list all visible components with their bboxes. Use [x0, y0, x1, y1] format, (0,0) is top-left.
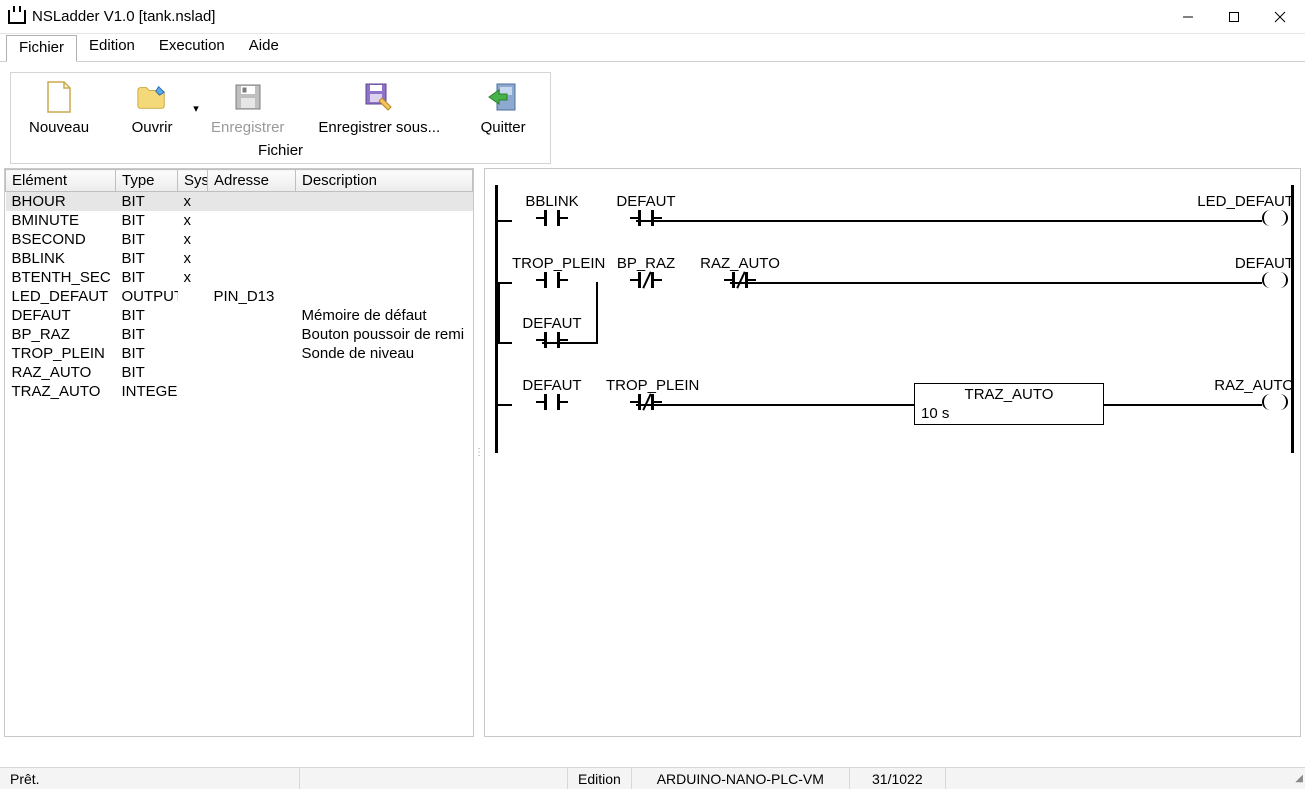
table-row[interactable]: BP_RAZBITBouton poussoir de remi — [6, 325, 473, 344]
coil[interactable]: RAZ_AUTO — [1194, 377, 1294, 410]
coil[interactable]: DEFAUT — [1194, 255, 1294, 288]
ribbon: Nouveau Ouvrir ▾ Enregistrer Enregistrer — [0, 62, 1305, 166]
table-row[interactable]: LED_DEFAUTOUTPUTPIN_D13 — [6, 287, 473, 306]
save-as-button-label: Enregistrer sous... — [318, 119, 440, 136]
contact[interactable]: BP_RAZ — [606, 255, 686, 288]
table-row[interactable]: RAZ_AUTOBIT — [6, 363, 473, 382]
contact-label: DEFAUT — [512, 315, 592, 332]
new-button-label: Nouveau — [29, 119, 89, 136]
function-block[interactable]: TRAZ_AUTO10 s — [914, 383, 1104, 425]
menu-aide[interactable]: Aide — [237, 34, 291, 61]
menu-fichier[interactable]: Fichier — [6, 35, 77, 62]
coil-label: DEFAUT — [1194, 255, 1294, 272]
exit-icon — [487, 81, 519, 113]
coil[interactable]: LED_DEFAUT — [1194, 193, 1294, 226]
status-bar: Prêt. Edition ARDUINO-NANO-PLC-VM 31/102… — [0, 767, 1305, 789]
save-icon — [232, 81, 264, 113]
contact-label: TROP_PLEIN — [512, 255, 592, 272]
contact-label: TROP_PLEIN — [606, 377, 686, 394]
col-element[interactable]: Elément — [6, 170, 116, 192]
table-row[interactable]: BMINUTEBITx — [6, 211, 473, 230]
app-icon — [8, 10, 26, 24]
col-type[interactable]: Type — [116, 170, 178, 192]
minimize-button[interactable] — [1165, 2, 1211, 32]
table-row[interactable]: DEFAUTBITMémoire de défaut — [6, 306, 473, 325]
table-row[interactable]: TRAZ_AUTOINTEGER — [6, 382, 473, 401]
contact-label: DEFAUT — [606, 193, 686, 210]
ribbon-group-fichier: Nouveau Ouvrir ▾ Enregistrer Enregistrer — [10, 72, 551, 164]
func-name: TRAZ_AUTO — [915, 384, 1103, 405]
table-row[interactable]: BHOURBITx — [6, 192, 473, 212]
col-description[interactable]: Description — [296, 170, 473, 192]
contact-label: RAZ_AUTO — [700, 255, 780, 272]
ladder-pane[interactable]: BBLINK DEFAUT LED_DEFAUT TROP_PLEIN BP_RAZ RA… — [484, 168, 1301, 737]
col-sys[interactable]: Sys — [178, 170, 208, 192]
table-row[interactable]: BTENTH_SECBITx — [6, 268, 473, 287]
status-memory: 31/1022 — [850, 768, 946, 789]
maximize-button[interactable] — [1211, 2, 1257, 32]
table-row[interactable]: BBLINKBITx — [6, 249, 473, 268]
save-button[interactable]: Enregistrer — [203, 81, 292, 136]
document-new-icon — [43, 81, 75, 113]
col-address[interactable]: Adresse — [208, 170, 296, 192]
open-dropdown[interactable]: ▾ — [189, 81, 203, 135]
open-button[interactable]: Ouvrir — [115, 81, 189, 136]
menu-execution[interactable]: Execution — [147, 34, 237, 61]
titlebar: NSLadder V1.0 [tank.nslad] — [0, 0, 1305, 34]
contact-label: BP_RAZ — [606, 255, 686, 272]
symbol-table[interactable]: Elément Type Sys Adresse Description BHO… — [5, 169, 473, 401]
quit-button[interactable]: Quitter — [466, 81, 540, 136]
contact[interactable]: DEFAUT — [512, 377, 592, 410]
contact-label: DEFAUT — [512, 377, 592, 394]
open-button-label: Ouvrir — [132, 119, 173, 136]
new-button[interactable]: Nouveau — [21, 81, 97, 136]
splitter[interactable]: ⋮ — [474, 166, 484, 739]
symbol-table-pane: Elément Type Sys Adresse Description BHO… — [4, 168, 474, 737]
save-button-label: Enregistrer — [211, 119, 284, 136]
ribbon-group-label: Fichier — [11, 140, 550, 163]
contact[interactable]: BBLINK — [512, 193, 592, 226]
quit-button-label: Quitter — [481, 119, 526, 136]
status-ready: Prêt. — [0, 768, 300, 789]
menu-edition[interactable]: Edition — [77, 34, 147, 61]
folder-open-icon — [136, 81, 168, 113]
contact[interactable]: TROP_PLEIN — [512, 255, 592, 288]
resize-grip[interactable]: ◢ — [1291, 773, 1305, 784]
close-button[interactable] — [1257, 2, 1303, 32]
status-target: ARDUINO-NANO-PLC-VM — [632, 768, 850, 789]
save-as-button[interactable]: Enregistrer sous... — [310, 81, 448, 136]
func-value: 10 s — [915, 405, 1103, 424]
window-title: NSLadder V1.0 [tank.nslad] — [32, 8, 1165, 25]
status-mode: Edition — [568, 768, 632, 789]
contact-label: BBLINK — [512, 193, 592, 210]
table-row[interactable]: TROP_PLEINBITSonde de niveau — [6, 344, 473, 363]
table-row[interactable]: BSECONDBITx — [6, 230, 473, 249]
save-as-icon — [363, 81, 395, 113]
coil-label: RAZ_AUTO — [1194, 377, 1294, 394]
coil-label: LED_DEFAUT — [1194, 193, 1294, 210]
main-menu: Fichier Edition Execution Aide — [0, 34, 1305, 62]
